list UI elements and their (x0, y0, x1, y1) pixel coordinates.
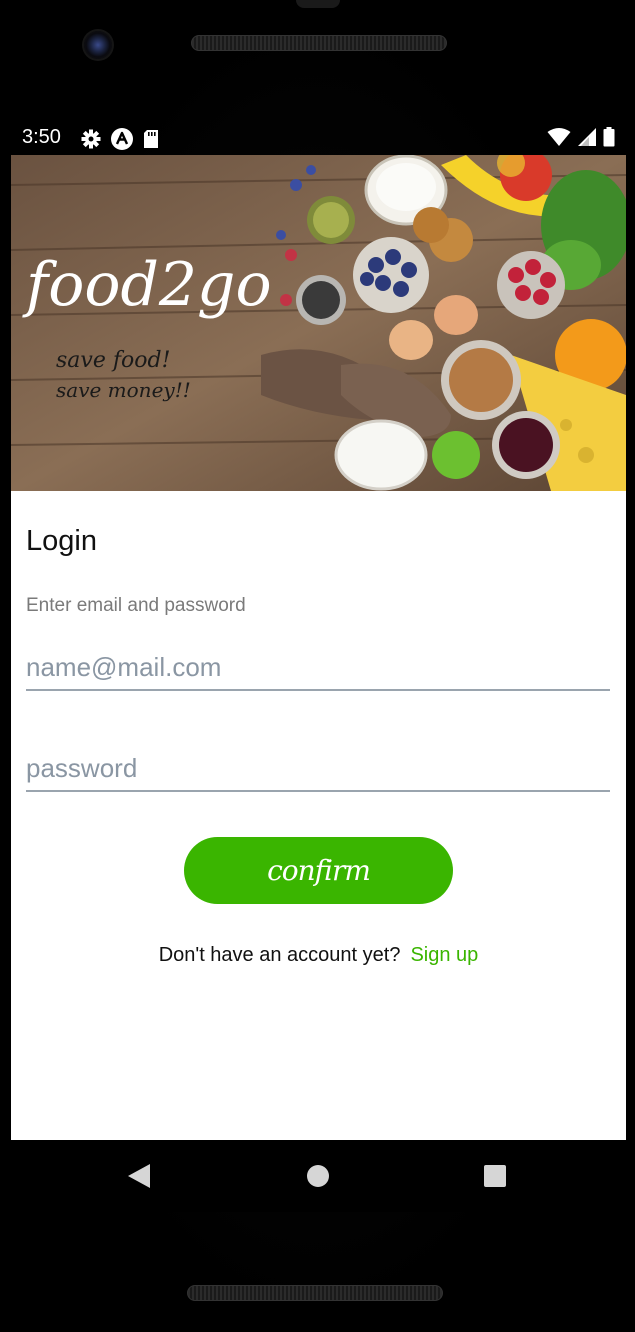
earpiece-speaker (191, 35, 447, 51)
gear-icon (81, 129, 101, 153)
battery-icon (603, 127, 615, 151)
app-logo-icon (110, 127, 134, 155)
brand-name: food2go (22, 250, 272, 320)
home-icon[interactable] (307, 1165, 329, 1187)
status-icons-left (81, 127, 159, 155)
email-field[interactable] (26, 645, 610, 691)
signal-icon (577, 127, 597, 151)
navigation-bar (11, 1140, 626, 1212)
signup-row: Don't have an account yet? Sign up (11, 944, 626, 967)
hero-image: food2go save food! save money!! (11, 155, 626, 491)
wifi-icon (547, 127, 571, 151)
sd-card-icon (143, 129, 159, 153)
front-camera (84, 31, 112, 59)
status-icons-right (547, 127, 615, 151)
phone-frame: 3:50 food2go save food! save money!! Log… (0, 0, 635, 1332)
back-icon[interactable] (128, 1164, 150, 1188)
password-field[interactable] (26, 746, 610, 792)
camera-notch (296, 0, 340, 8)
tagline-line-1: save food! (56, 348, 170, 373)
login-subtitle: Enter email and password (26, 595, 246, 616)
bottom-speaker (187, 1285, 443, 1301)
signup-link[interactable]: Sign up (410, 944, 478, 966)
login-title: Login (26, 525, 97, 557)
recents-icon[interactable] (484, 1165, 506, 1187)
confirm-button[interactable]: confirm (184, 837, 453, 904)
app-screen: food2go save food! save money!! Login En… (11, 155, 626, 1140)
status-time: 3:50 (22, 126, 61, 148)
tagline-line-2: save money!! (56, 378, 191, 402)
status-bar: 3:50 (11, 122, 626, 155)
signup-prompt: Don't have an account yet? (158, 944, 401, 966)
